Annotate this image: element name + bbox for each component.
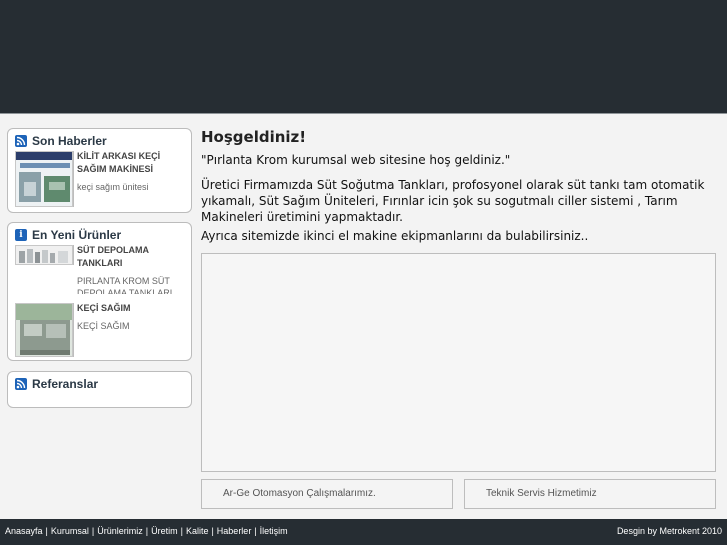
references-box-title: Referanslar <box>32 377 99 391</box>
panel-technical-service[interactable]: Teknik Servis Hizmetimiz <box>464 479 716 509</box>
product-item-subtitle-tanks: PIRLANTA KROM SÜT DEPOLAMA TANKLARI <box>77 276 173 294</box>
footer-separator: | <box>91 526 95 536</box>
milking-machine-image <box>16 304 72 356</box>
footer-link-corporate[interactable]: Kurumsal <box>51 526 89 536</box>
product-divider-2 <box>73 303 74 357</box>
footer-link-contact[interactable]: İletişim <box>260 526 288 536</box>
company-description: Üretici Firmamızda Süt Soğutma Tankları,… <box>201 178 705 224</box>
footer-separator: | <box>180 526 183 536</box>
footer-credit[interactable]: Desgin by Metrokent 2010 <box>617 526 722 536</box>
footer-separator: | <box>211 526 214 536</box>
site-header <box>0 0 727 114</box>
rss-icon <box>15 378 27 390</box>
news-box: Son Haberler KİLİT ARKASI KEÇİ SAĞIM MAK… <box>7 128 192 213</box>
product-divider-1 <box>73 245 74 265</box>
footer-separator: | <box>45 526 48 536</box>
product-item-title-goat[interactable]: KEÇİ SAĞIM <box>77 302 185 315</box>
products-box-header[interactable]: i En Yeni Ürünler <box>15 227 121 243</box>
site-footer: Anasayfa | Kurumsal | Ürünlerimiz | Üret… <box>0 519 727 545</box>
news-thumbnail-image <box>16 152 72 206</box>
references-box: Referanslar <box>7 371 192 408</box>
rss-icon <box>15 135 27 147</box>
welcome-quote: "Pırlanta Krom kurumsal web sitesine hoş… <box>201 153 511 167</box>
footer-link-production[interactable]: Üretim <box>151 526 178 536</box>
footer-link-quality[interactable]: Kalite <box>186 526 209 536</box>
product-item-subtitle-goat: KEÇİ SAĞIM <box>77 321 130 331</box>
footer-link-products[interactable]: Ürünlerimiz <box>97 526 143 536</box>
footer-link-news[interactable]: Haberler <box>217 526 252 536</box>
product-thumbnail-tanks[interactable] <box>15 245 73 265</box>
products-box-title: En Yeni Ürünler <box>32 228 122 242</box>
news-thumbnail[interactable] <box>15 151 73 207</box>
tank-image <box>16 246 72 264</box>
news-item-title[interactable]: KİLİT ARKASI KEÇİ SAĞIM MAKİNESİ <box>77 150 185 176</box>
image-gallery[interactable] <box>201 253 716 472</box>
panel-rnd-automation[interactable]: Ar-Ge Otomasyon Çalışmalarımız. <box>201 479 453 509</box>
product-thumbnail-goat[interactable] <box>15 303 73 357</box>
footer-link-home[interactable]: Anasayfa <box>5 526 43 536</box>
product-item-title-tanks[interactable]: SÜT DEPOLAMA TANKLARI <box>77 244 185 270</box>
news-divider <box>73 151 74 207</box>
footer-separator: | <box>254 526 257 536</box>
second-hand-note: Ayrıca sitemizde ikinci el makine ekipma… <box>201 229 589 243</box>
info-icon: i <box>15 229 27 241</box>
news-item-subtitle: keçi sağım ünitesi <box>77 182 149 192</box>
news-box-header[interactable]: Son Haberler <box>15 133 107 149</box>
page-title: Hoşgeldiniz! <box>201 128 307 146</box>
footer-separator: | <box>145 526 149 536</box>
references-box-header[interactable]: Referanslar <box>15 376 98 392</box>
news-box-title: Son Haberler <box>32 134 107 148</box>
products-box: i En Yeni Ürünler SÜT DEPOLAMA TANKLARI … <box>7 222 192 361</box>
footer-nav: Anasayfa | Kurumsal | Ürünlerimiz | Üret… <box>5 526 288 536</box>
